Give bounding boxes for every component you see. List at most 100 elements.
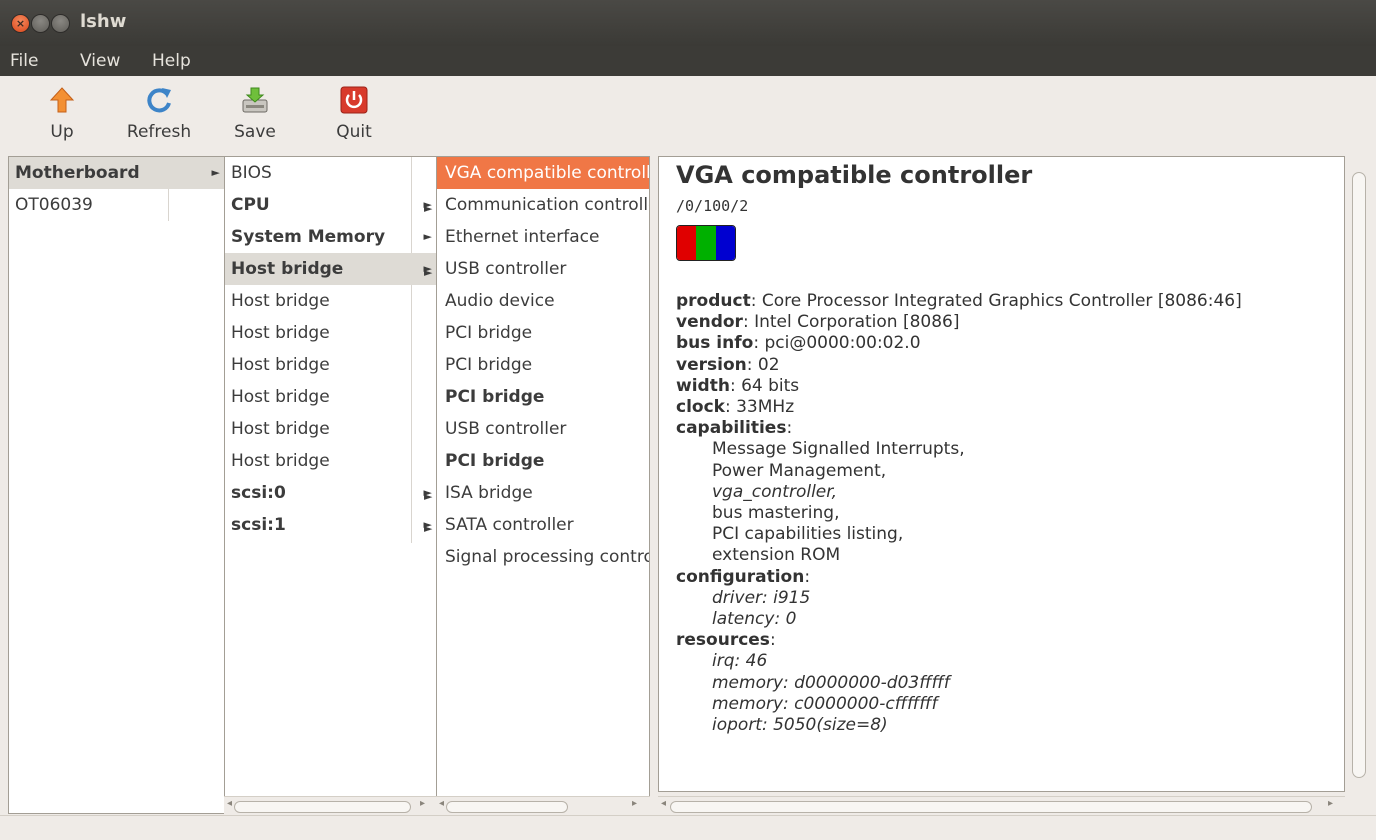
column3-item[interactable]: PCI bridge <box>437 317 649 349</box>
column3-item-label: Audio device <box>445 291 555 311</box>
column1-item-label: Motherboard <box>15 163 140 183</box>
column2-item[interactable]: Host bridge <box>225 349 436 381</box>
refresh-icon <box>147 88 171 113</box>
expand-arrow-icon: ► <box>424 522 433 535</box>
column2-item[interactable]: scsi:1 ► <box>225 509 436 541</box>
display-rgb-icon <box>676 225 736 261</box>
conf-entry: latency: 0 <box>712 609 797 630</box>
maximize-window-button[interactable] <box>51 14 70 33</box>
up-button[interactable]: Up <box>38 86 86 142</box>
product-row: product: Core Processor Integrated Graph… <box>676 291 1242 311</box>
column3-item-label: PCI bridge <box>445 451 545 471</box>
resources-heading: resources: <box>676 630 776 651</box>
title-bar: × lshw <box>0 0 1376 46</box>
menu-help[interactable]: Help <box>152 51 191 71</box>
version-row: version: 02 <box>676 354 780 375</box>
clock-row: clock: 33MHz <box>676 397 795 418</box>
column3-item[interactable]: VGA compatible controller <box>437 157 649 189</box>
column3-item[interactable]: Audio device <box>437 285 649 317</box>
configuration-heading: configuration: <box>676 566 811 587</box>
menu-bar: File View Help <box>0 46 1376 76</box>
column3-item-label: SATA controller <box>445 515 574 535</box>
column3-item-label: ISA bridge <box>445 483 533 503</box>
device-column-2: BIOS CPU ► System Memory ► Host bridge ► Host b… <box>224 156 437 814</box>
status-bar <box>0 815 1376 840</box>
column1-item[interactable]: Motherboard ► <box>9 157 224 189</box>
caps-entry: PCI capabilities listing, <box>712 524 904 545</box>
column3-item[interactable]: ISA bridge <box>437 477 649 509</box>
column1-item[interactable]: OT06039 <box>9 189 224 221</box>
column-2-horizontal-scrollbar[interactable]: ◂ ▸ <box>224 796 437 815</box>
device-column-3: VGA compatible controller Communication c… <box>436 156 650 814</box>
column3-item[interactable]: USB controller <box>437 413 649 445</box>
column2-item-label: scsi:1 <box>231 515 286 535</box>
column3-item[interactable]: PCI bridge <box>437 349 649 381</box>
column2-item[interactable]: System Memory ► <box>225 221 436 253</box>
power-icon <box>340 86 368 114</box>
save-button[interactable]: Save <box>228 86 282 142</box>
column2-item[interactable]: CPU ► <box>225 189 436 221</box>
column2-item[interactable]: Host bridge <box>225 445 436 477</box>
column2-item[interactable]: BIOS <box>225 157 436 189</box>
column3-item[interactable]: Signal processing controller <box>437 541 649 573</box>
quit-label: Quit <box>336 122 372 142</box>
column2-item-label: Host bridge <box>231 291 330 311</box>
column2-item-label: Host bridge <box>231 387 330 407</box>
column3-item-label: USB controller <box>445 259 567 279</box>
column3-item[interactable]: SATA controller <box>437 509 649 541</box>
caps-entry: extension ROM <box>712 545 841 566</box>
expand-arrow-icon: ► <box>423 230 432 243</box>
res-entry: ioport: 5050(size=8) <box>712 715 888 736</box>
column3-item[interactable]: USB controller <box>437 253 649 285</box>
caps-entry: Message Signalled Interrupts, <box>712 439 965 460</box>
column3-item[interactable]: Ethernet interface <box>437 221 649 253</box>
device-column-1: Motherboard ► OT06039 <box>8 156 225 814</box>
width-row: width: 64 bits <box>676 375 800 396</box>
save-label: Save <box>234 122 276 142</box>
column2-item[interactable]: Host bridge <box>225 285 436 317</box>
properties-list: product: Core Processor Integrated Graph… <box>676 291 1242 736</box>
expand-arrow-icon: ► <box>211 166 220 179</box>
column3-item-label: Communication controller <box>445 195 650 215</box>
column3-item[interactable]: PCI bridge <box>437 381 649 413</box>
column3-item-label: PCI bridge <box>445 323 533 343</box>
column2-item[interactable]: Host bridge <box>225 381 436 413</box>
column1-item-label: OT06039 <box>15 195 93 215</box>
up-label: Up <box>50 122 74 142</box>
toolbar: Up Refresh Save Quit <box>0 76 1376 154</box>
menu-view[interactable]: View <box>80 51 120 71</box>
column3-item[interactable]: PCI bridge <box>437 445 649 477</box>
column2-item[interactable]: scsi:0 ► <box>225 477 436 509</box>
column3-item-label: Signal processing controller <box>445 547 649 567</box>
detail-vertical-scrollbar[interactable] <box>1350 156 1368 792</box>
res-entry: memory: c0000000-cfffffff <box>712 693 938 714</box>
capabilities-heading: capabilities: <box>676 418 793 439</box>
detail-panel: VGA compatible controller /0/100/2 produ… <box>658 156 1345 792</box>
detail-title: VGA compatible controller <box>676 161 1033 189</box>
vertical-scrollbar-thumb[interactable] <box>1352 172 1366 778</box>
menu-file[interactable]: File <box>10 51 38 71</box>
column2-item-label: System Memory <box>231 227 386 247</box>
refresh-button[interactable]: Refresh <box>116 86 202 142</box>
quit-button[interactable]: Quit <box>330 86 378 142</box>
column2-item[interactable]: Host bridge <box>225 317 436 349</box>
column3-item-label: VGA compatible controller <box>445 163 650 183</box>
column2-item-label: Host bridge <box>231 259 344 279</box>
column2-item-label: CPU <box>231 195 270 215</box>
column3-item[interactable]: Communication controller <box>437 189 649 221</box>
column2-item-label: Host bridge <box>231 323 330 343</box>
column2-item[interactable]: Host bridge ► <box>225 253 436 285</box>
close-icon: × <box>15 17 26 30</box>
vendor-row: vendor: Intel Corporation [8086] <box>676 312 960 333</box>
expand-arrow-icon: ► <box>424 202 433 215</box>
column2-item-label: BIOS <box>231 163 272 183</box>
res-entry: memory: d0000000-d03fffff <box>712 672 950 693</box>
detail-horizontal-scrollbar[interactable]: ◂ ▸ <box>658 796 1345 815</box>
column3-item-label: Ethernet interface <box>445 227 600 247</box>
minimize-window-button[interactable] <box>31 14 50 33</box>
column2-item[interactable]: Host bridge <box>225 413 436 445</box>
close-window-button[interactable]: × <box>11 14 30 33</box>
column-3-horizontal-scrollbar[interactable]: ◂ ▸ <box>436 796 650 815</box>
refresh-label: Refresh <box>126 122 192 142</box>
businfo-row: bus info: pci@0000:00:02.0 <box>676 333 921 354</box>
